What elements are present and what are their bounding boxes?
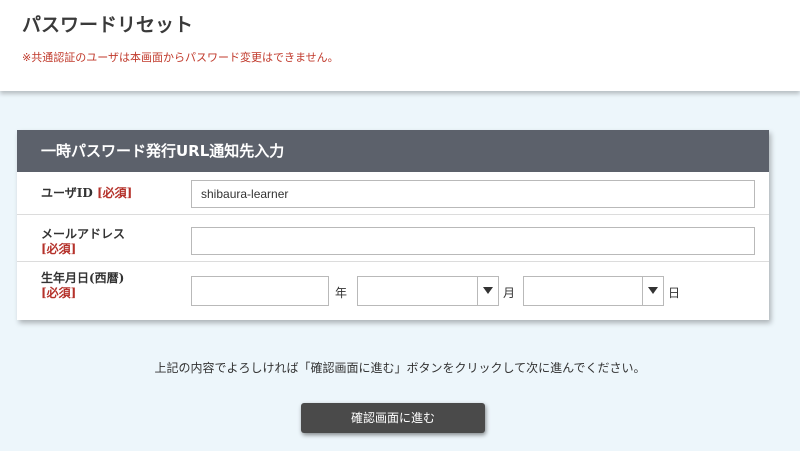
page-title: パスワードリセット xyxy=(22,14,194,36)
birth-day-select[interactable] xyxy=(523,276,664,306)
email-label-text: メールアドレス xyxy=(41,227,126,241)
page-header: パスワードリセット ※共通認証のユーザは本画面からパスワード変更はできません。 xyxy=(0,0,800,91)
birthdate-label-text: 生年月日(西暦) xyxy=(41,271,125,285)
user-id-row: ユーザID [必須] xyxy=(17,172,769,215)
form-card: 一時パスワード発行URL通知先入力 ユーザID [必須] メールアドレス [必須… xyxy=(17,130,769,320)
dropdown-arrow-icon xyxy=(648,287,658,294)
birth-year-input[interactable] xyxy=(191,276,329,306)
form-header: 一時パスワード発行URL通知先入力 xyxy=(17,130,769,172)
dropdown-arrow-icon xyxy=(483,287,493,294)
user-id-label: ユーザID [必須] xyxy=(41,186,132,201)
instruction-text: 上記の内容でよろしければ「確認画面に進む」ボタンをクリックして次に進んでください… xyxy=(154,361,646,375)
birthdate-row: 生年月日(西暦) [必須] 年 月 日 xyxy=(17,262,769,320)
email-label: メールアドレス [必須] xyxy=(41,227,125,257)
month-unit-label: 月 xyxy=(503,286,516,300)
birth-month-select[interactable] xyxy=(357,276,499,306)
notice-text: ※共通認証のユーザは本画面からパスワード変更はできません。 xyxy=(22,51,339,64)
required-badge: [必須] xyxy=(41,286,77,300)
birthdate-label: 生年月日(西暦) [必須] xyxy=(41,271,124,301)
confirm-button[interactable]: 確認画面に進む xyxy=(301,403,485,433)
day-unit-label: 日 xyxy=(668,286,681,300)
email-row: メールアドレス [必須] xyxy=(17,215,769,262)
required-badge: [必須] xyxy=(41,242,77,256)
user-id-input[interactable] xyxy=(191,180,755,208)
email-input[interactable] xyxy=(191,227,755,255)
year-unit-label: 年 xyxy=(335,286,348,300)
user-id-label-text: ユーザID xyxy=(41,186,93,200)
required-badge: [必須] xyxy=(96,186,133,200)
